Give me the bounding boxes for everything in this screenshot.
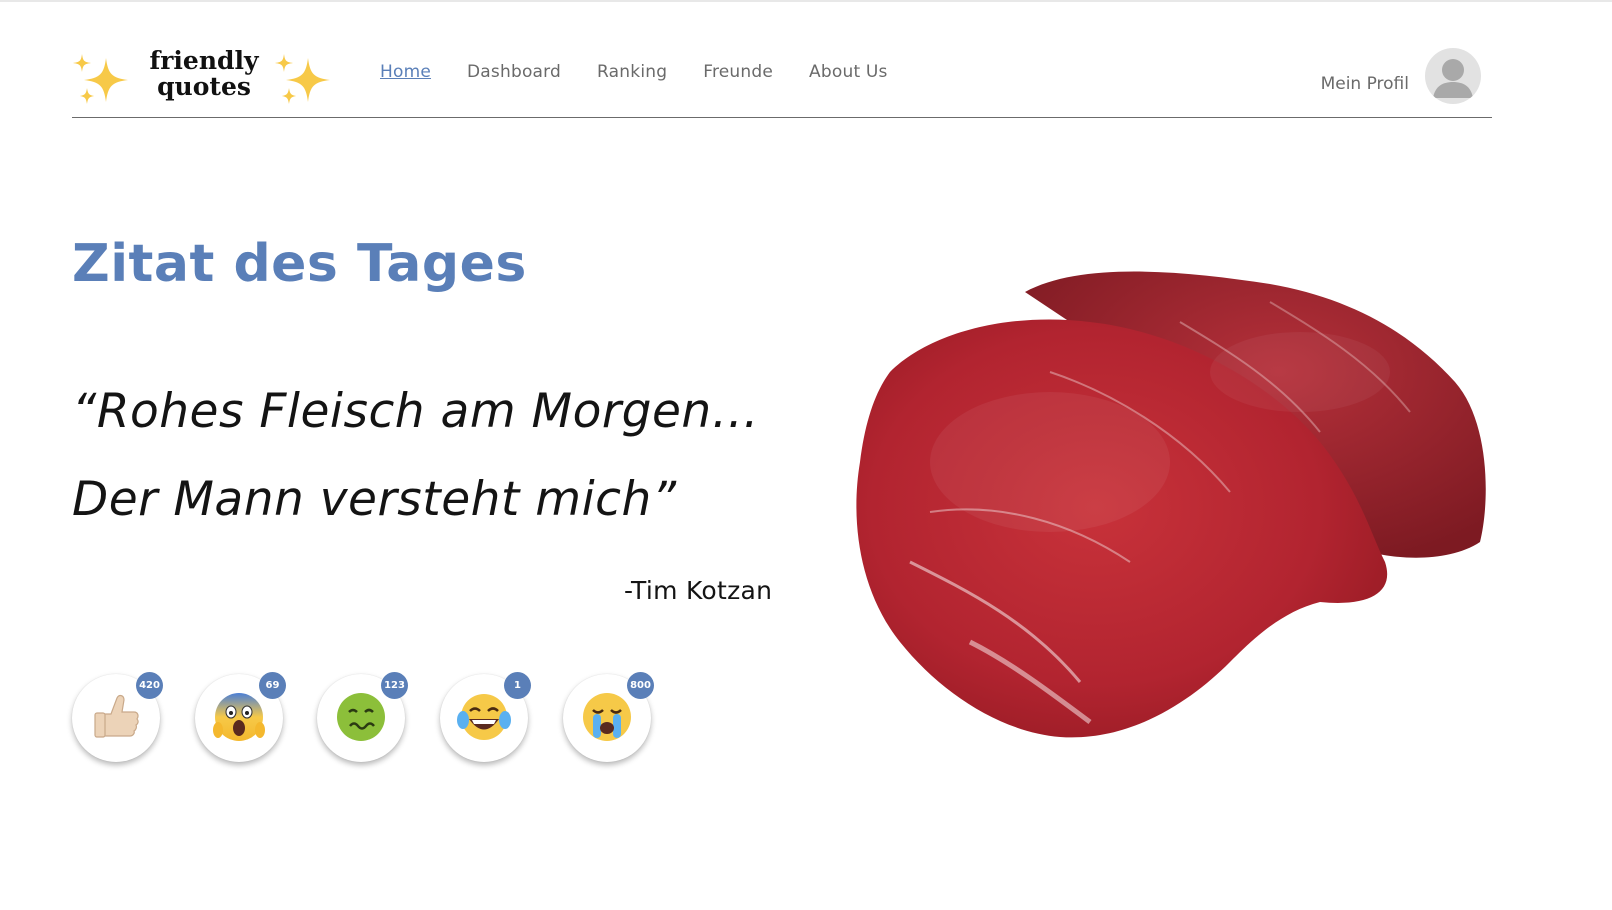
sparkles-icon bbox=[275, 54, 330, 104]
nav-item-freunde[interactable]: Freunde bbox=[703, 62, 773, 82]
sparkles-icon bbox=[73, 54, 128, 104]
site-header: friendly quotes Home Dashboard Ranking F… bbox=[72, 40, 1492, 118]
quote-line-2: Der Mann versteht mich” bbox=[72, 472, 677, 527]
raw-steak-image bbox=[856, 271, 1486, 738]
reaction-count-badge: 1 bbox=[504, 672, 531, 699]
reaction-bar: 420 69 123 1 800 bbox=[72, 672, 672, 770]
logo-text: friendly quotes bbox=[136, 48, 272, 100]
reaction-count-badge: 420 bbox=[136, 672, 163, 699]
page-title: Zitat des Tages bbox=[72, 234, 527, 294]
reaction-screaming-face-button[interactable]: 69 bbox=[195, 672, 286, 762]
quote-line-1: “Rohes Fleisch am Morgen… bbox=[72, 384, 760, 439]
crying-face-icon bbox=[583, 693, 631, 741]
profile-link[interactable]: Mein Profil bbox=[1321, 48, 1481, 104]
reaction-count-badge: 123 bbox=[381, 672, 408, 699]
nauseated-face-icon bbox=[337, 693, 385, 741]
reaction-crying-face-button[interactable]: 800 bbox=[563, 672, 654, 762]
profile-label[interactable]: Mein Profil bbox=[1321, 74, 1409, 94]
reaction-thumbs-up-button[interactable]: 420 bbox=[72, 672, 163, 762]
nav-item-about-us[interactable]: About Us bbox=[809, 62, 888, 82]
nav-item-home[interactable]: Home bbox=[380, 62, 431, 82]
tears-of-joy-icon bbox=[457, 694, 511, 740]
logo[interactable]: friendly quotes bbox=[72, 46, 334, 110]
main-nav: Home Dashboard Ranking Freunde About Us bbox=[380, 62, 924, 82]
user-avatar-icon[interactable] bbox=[1425, 48, 1481, 104]
reaction-nauseated-face-button[interactable]: 123 bbox=[317, 672, 408, 762]
nav-item-dashboard[interactable]: Dashboard bbox=[467, 62, 561, 82]
screaming-face-icon bbox=[213, 693, 265, 741]
quote-author: -Tim Kotzan bbox=[624, 576, 773, 605]
logo-line-2: quotes bbox=[157, 72, 251, 101]
logo-line-1: friendly bbox=[149, 46, 259, 75]
reaction-count-badge: 69 bbox=[259, 672, 286, 699]
quote-text: “Rohes Fleisch am Morgen… Der Mann verst… bbox=[72, 368, 812, 544]
nav-item-ranking[interactable]: Ranking bbox=[597, 62, 667, 82]
top-border bbox=[0, 0, 1612, 2]
reaction-tears-of-joy-button[interactable]: 1 bbox=[440, 672, 531, 762]
thumbs-up-icon bbox=[94, 694, 139, 738]
reaction-count-badge: 800 bbox=[627, 672, 654, 699]
